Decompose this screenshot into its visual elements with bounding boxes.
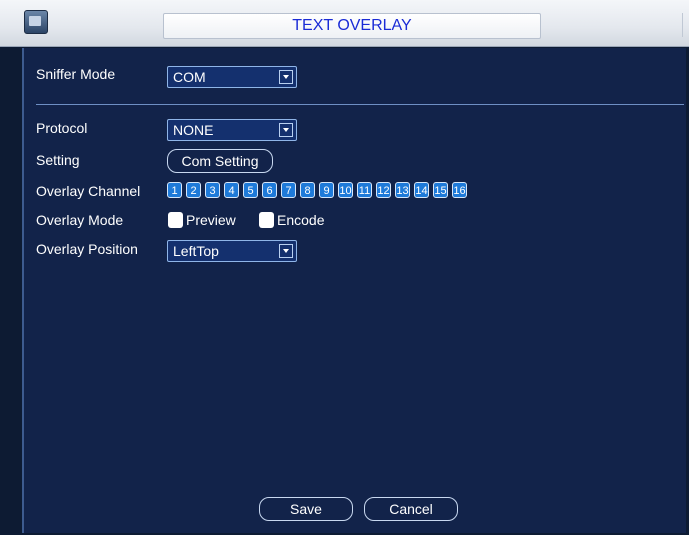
sniffer-mode-label: Sniffer Mode bbox=[36, 66, 116, 82]
chevron-down-icon[interactable] bbox=[279, 244, 293, 258]
channel-4-checkbox[interactable]: 4 bbox=[224, 182, 239, 198]
channel-16-checkbox[interactable]: 16 bbox=[452, 182, 467, 198]
channel-1-checkbox[interactable]: 1 bbox=[167, 182, 182, 198]
channel-15-checkbox[interactable]: 15 bbox=[433, 182, 448, 198]
channel-13-checkbox[interactable]: 13 bbox=[395, 182, 410, 198]
channel-9-checkbox[interactable]: 9 bbox=[319, 182, 334, 198]
title-bar-edge bbox=[682, 13, 687, 37]
channel-8-checkbox[interactable]: 8 bbox=[300, 182, 315, 198]
overlay-position-label: Overlay Position bbox=[36, 241, 138, 257]
channel-5-checkbox[interactable]: 5 bbox=[243, 182, 258, 198]
encode-label: Encode bbox=[277, 212, 325, 228]
channel-12-checkbox[interactable]: 12 bbox=[376, 182, 391, 198]
channel-10-checkbox[interactable]: 10 bbox=[338, 182, 353, 198]
protocol-value: NONE bbox=[173, 122, 214, 138]
channel-7-checkbox[interactable]: 7 bbox=[281, 182, 296, 198]
preview-label: Preview bbox=[186, 212, 236, 228]
com-setting-button[interactable]: Com Setting bbox=[167, 149, 273, 173]
preview-checkbox[interactable] bbox=[168, 212, 183, 228]
channel-6-checkbox[interactable]: 6 bbox=[262, 182, 277, 198]
cancel-button[interactable]: Cancel bbox=[364, 497, 458, 521]
section-divider bbox=[36, 104, 684, 105]
app-icon bbox=[24, 10, 48, 34]
setting-label: Setting bbox=[36, 152, 80, 168]
window-title: TEXT OVERLAY bbox=[163, 13, 541, 39]
title-bar: TEXT OVERLAY bbox=[0, 0, 689, 47]
channel-2-checkbox[interactable]: 2 bbox=[186, 182, 201, 198]
sniffer-mode-select[interactable]: COM bbox=[167, 66, 297, 88]
overlay-mode-label: Overlay Mode bbox=[36, 212, 124, 228]
channel-14-checkbox[interactable]: 14 bbox=[414, 182, 429, 198]
overlay-position-select[interactable]: LeftTop bbox=[167, 240, 297, 262]
channel-3-checkbox[interactable]: 3 bbox=[205, 182, 220, 198]
channel-11-checkbox[interactable]: 11 bbox=[357, 182, 372, 198]
save-button[interactable]: Save bbox=[259, 497, 353, 521]
sniffer-mode-value: COM bbox=[173, 69, 206, 85]
overlay-channel-label: Overlay Channel bbox=[36, 183, 141, 199]
settings-panel bbox=[22, 48, 686, 533]
overlay-position-value: LeftTop bbox=[173, 243, 219, 259]
protocol-select[interactable]: NONE bbox=[167, 119, 297, 141]
protocol-label: Protocol bbox=[36, 120, 88, 136]
chevron-down-icon[interactable] bbox=[279, 70, 293, 84]
encode-checkbox[interactable] bbox=[259, 212, 274, 228]
chevron-down-icon[interactable] bbox=[279, 123, 293, 137]
